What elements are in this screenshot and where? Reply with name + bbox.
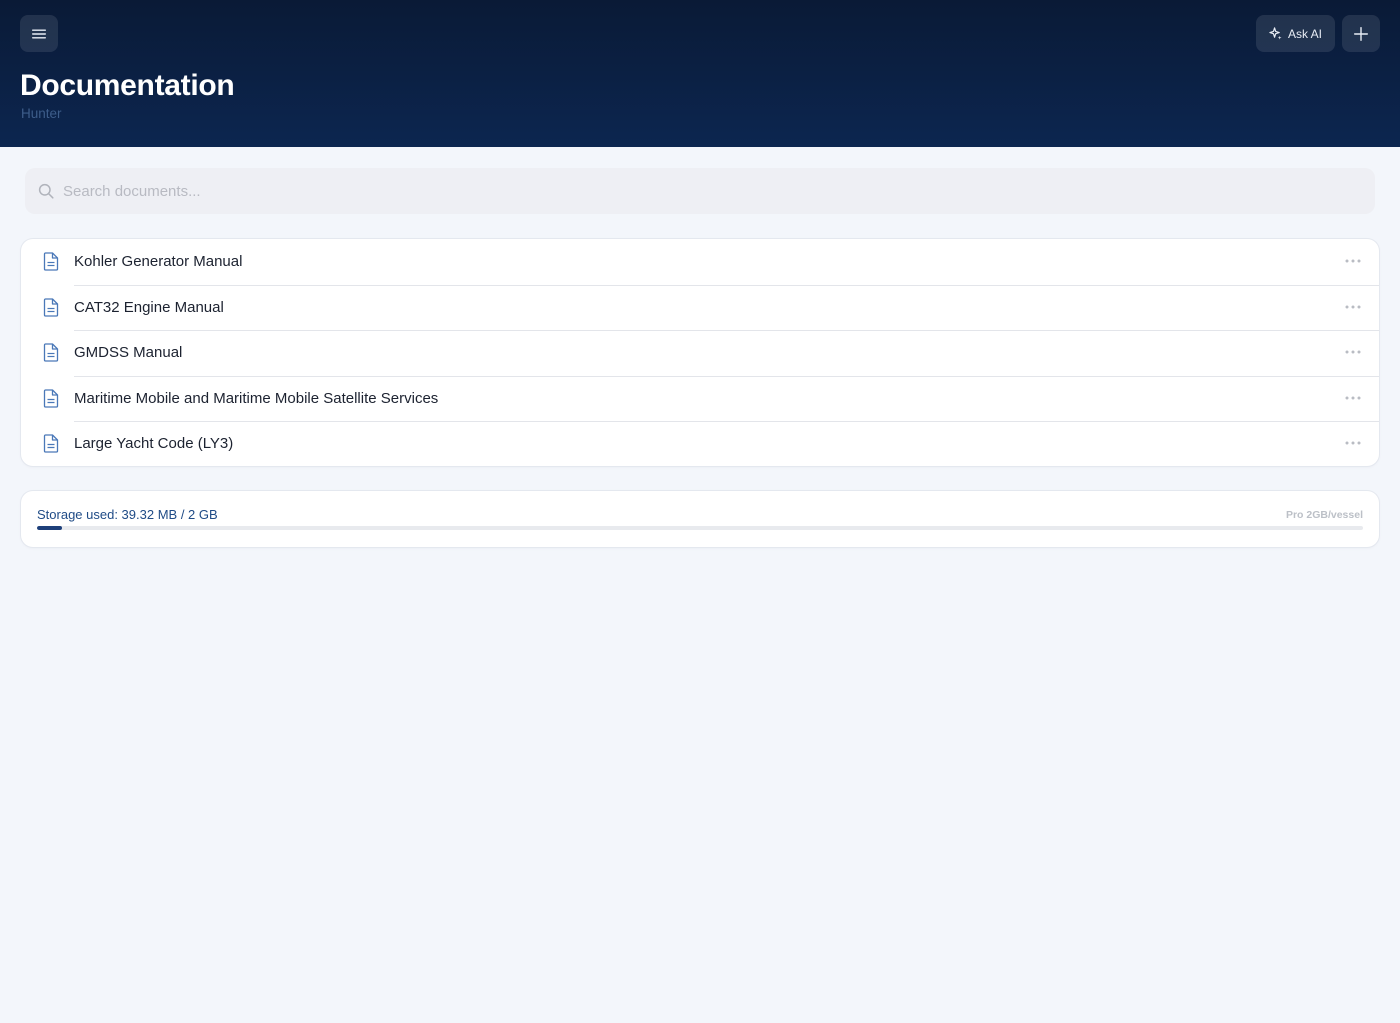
document-title: GMDSS Manual <box>74 344 183 362</box>
ask-ai-button[interactable]: Ask AI <box>1256 15 1335 52</box>
more-options-button[interactable] <box>1339 297 1367 317</box>
more-horizontal-icon <box>1345 350 1361 354</box>
more-options-button[interactable] <box>1339 342 1367 362</box>
search-bar[interactable] <box>25 168 1375 214</box>
more-horizontal-icon <box>1345 305 1361 309</box>
hamburger-menu-icon <box>32 29 46 38</box>
more-options-button[interactable] <box>1339 433 1367 453</box>
plan-label: Pro 2GB/vessel <box>1285 509 1363 521</box>
vessel-name: Hunter <box>21 106 62 121</box>
more-horizontal-icon <box>1345 441 1361 445</box>
storage-progress-fill <box>37 526 63 530</box>
document-row-kohler-generator-manual[interactable]: Kohler Generator Manual <box>21 239 1379 285</box>
document-row-gmdss-manual[interactable]: GMDSS Manual <box>21 330 1379 376</box>
document-row-maritime-mobile-services[interactable]: Maritime Mobile and Maritime Mobile Sate… <box>21 375 1379 422</box>
document-icon <box>43 252 59 271</box>
storage-used-label: Storage used: 39.32 MB / 2 GB <box>37 507 218 522</box>
storage-card: Storage used: 39.32 MB / 2 GB Pro 2GB/ve… <box>21 491 1379 547</box>
ask-ai-label: Ask AI <box>1287 26 1322 41</box>
document-title: CAT32 Engine Manual <box>74 298 224 316</box>
menu-button[interactable] <box>20 15 58 52</box>
header: Ask AI Documentation Hunter <box>0 0 1400 147</box>
document-icon <box>43 343 59 362</box>
more-options-button[interactable] <box>1339 251 1367 271</box>
more-options-button[interactable] <box>1339 388 1367 408</box>
search-input[interactable] <box>63 168 1353 214</box>
document-icon <box>43 297 59 317</box>
document-row-large-yacht-code[interactable]: Large Yacht Code (LY3) <box>21 421 1379 466</box>
storage-progress-bar <box>37 526 1363 530</box>
sparkle-icon <box>1269 27 1282 40</box>
search-icon <box>38 183 54 199</box>
add-document-button[interactable] <box>1342 15 1380 52</box>
plus-icon <box>1354 26 1368 41</box>
document-title: Kohler Generator Manual <box>74 253 243 270</box>
document-title: Maritime Mobile and Maritime Mobile Sate… <box>74 389 439 407</box>
document-list: Kohler Generator Manual CAT32 Engine Man… <box>21 239 1379 466</box>
more-horizontal-icon <box>1345 259 1361 263</box>
page-title: Documentation <box>20 69 235 102</box>
document-icon <box>43 389 59 408</box>
document-icon <box>43 434 59 454</box>
document-row-cat32-engine-manual[interactable]: CAT32 Engine Manual <box>21 284 1379 331</box>
document-title: Large Yacht Code (LY3) <box>74 435 234 453</box>
more-horizontal-icon <box>1345 396 1361 400</box>
